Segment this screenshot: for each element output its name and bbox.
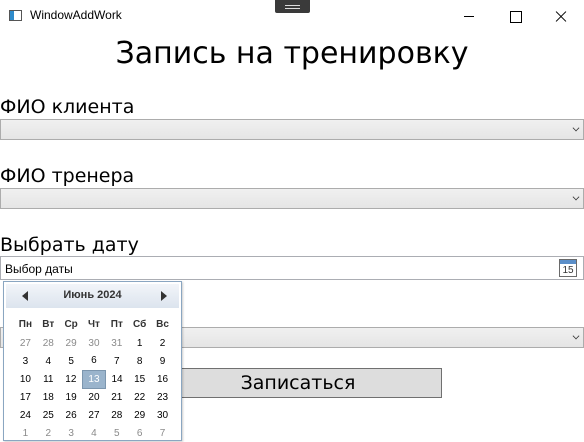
calendar-day[interactable]: 7 (105, 352, 128, 370)
calendar-day[interactable]: 3 (60, 424, 83, 442)
calendar-day[interactable]: 17 (14, 388, 37, 406)
calendar-day[interactable]: 19 (60, 388, 83, 406)
calendar-day[interactable]: 22 (128, 388, 151, 406)
calendar-day[interactable]: 8 (128, 352, 151, 370)
chevron-right-icon[interactable] (161, 291, 167, 301)
calendar-week-row: 1234567 (14, 424, 174, 442)
calendar-day[interactable]: 26 (60, 406, 83, 424)
weekday-header: Чт (87, 318, 100, 330)
weekday-row: Пн Вт Ср Чт Пт Сб Вс (14, 314, 174, 334)
calendar-day[interactable]: 13 (82, 369, 106, 389)
calendar-day[interactable]: 4 (37, 352, 60, 370)
calendar-day[interactable]: 24 (14, 406, 37, 424)
title-bar: WindowAddWork (0, 0, 584, 32)
date-label: Выбрать дату (0, 234, 139, 256)
weekday-header: Сб (133, 318, 147, 330)
calendar-week-row: 10 11 12 13 14 15 16 (14, 369, 174, 389)
window-title: WindowAddWork (30, 8, 122, 22)
calendar-day[interactable]: 5 (105, 424, 128, 442)
calendar-day[interactable]: 27 (14, 334, 37, 352)
window-grip-handle[interactable] (275, 0, 310, 13)
calendar-day[interactable]: 21 (105, 388, 128, 406)
chevron-down-icon (572, 193, 580, 201)
calendar-week-row: 3456789 (14, 352, 174, 370)
close-icon[interactable] (538, 0, 584, 32)
calendar-week-row: 27 28 29 30 31 1 2 (14, 334, 174, 352)
calendar-day[interactable]: 1 (14, 424, 37, 442)
calendar-day[interactable]: 14 (105, 370, 128, 388)
calendar-grid: Пн Вт Ср Чт Пт Сб Вс 27 28 29 30 31 1 2 3 4 5 6 7 8 9 10 11 12… (14, 314, 174, 442)
trainer-combobox[interactable] (0, 188, 584, 209)
calendar-day[interactable]: 4 (83, 424, 106, 442)
calendar-day[interactable]: 20 (83, 388, 106, 406)
calendar-day[interactable]: 7 (151, 424, 174, 442)
chevron-down-icon (572, 332, 580, 340)
weekday-header: Вт (42, 318, 55, 330)
calendar-day[interactable]: 6 (128, 424, 151, 442)
calendar-day[interactable]: 28 (105, 406, 128, 424)
calendar-popup: Июнь 2024 Пн Вт Ср Чт Пт Сб Вс 27 28 29 30 31 1 2 3 4 5… (3, 281, 182, 441)
calendar-day[interactable]: 2 (37, 424, 60, 442)
calendar-day[interactable]: 12 (60, 370, 83, 388)
client-label: ФИО клиента (0, 96, 135, 118)
calendar-day[interactable]: 16 (151, 370, 174, 388)
calendar-day[interactable]: 3 (14, 352, 37, 370)
app-icon (9, 10, 22, 21)
calendar-day[interactable]: 29 (128, 406, 151, 424)
weekday-header: Ср (64, 318, 78, 330)
calendar-day[interactable]: 1 (128, 334, 151, 352)
calendar-day[interactable]: 2 (151, 334, 174, 352)
weekday-header: Вс (156, 318, 169, 330)
calendar-day[interactable]: 25 (37, 406, 60, 424)
calendar-icon[interactable]: 15 (559, 259, 577, 277)
calendar-day[interactable]: 23 (151, 388, 174, 406)
calendar-day[interactable]: 27 (83, 406, 106, 424)
calendar-icon-day: 15 (562, 265, 574, 276)
calendar-day[interactable]: 15 (128, 370, 151, 388)
minimize-icon[interactable] (446, 0, 492, 32)
calendar-day[interactable]: 30 (151, 406, 174, 424)
calendar-day[interactable]: 28 (37, 334, 60, 352)
client-combobox[interactable] (0, 119, 584, 140)
maximize-icon[interactable] (492, 0, 538, 32)
calendar-day[interactable]: 30 (83, 334, 106, 352)
trainer-label: ФИО тренера (0, 165, 135, 187)
calendar-week-row: 24 25 26 27 28 29 30 (14, 406, 174, 424)
calendar-day[interactable]: 6 (83, 352, 106, 370)
submit-button[interactable]: Записаться (154, 368, 442, 398)
date-picker[interactable]: Выбор даты 15 (0, 256, 584, 280)
calendar-day[interactable]: 31 (105, 334, 128, 352)
weekday-header: Пн (18, 318, 33, 330)
date-placeholder[interactable]: Выбор даты (5, 262, 73, 276)
calendar-month-title[interactable]: Июнь 2024 (6, 289, 179, 301)
calendar-header: Июнь 2024 (6, 284, 179, 308)
calendar-day[interactable]: 9 (151, 352, 174, 370)
calendar-day[interactable]: 5 (60, 352, 83, 370)
calendar-week-row: 17 18 19 20 21 22 23 (14, 388, 174, 406)
calendar-day[interactable]: 11 (37, 370, 60, 388)
chevron-down-icon (572, 124, 580, 132)
weekday-header: Пт (110, 318, 123, 330)
calendar-day[interactable]: 10 (14, 370, 37, 388)
calendar-day[interactable]: 29 (60, 334, 83, 352)
page-title: Запись на тренировку (115, 36, 469, 71)
calendar-day[interactable]: 18 (37, 388, 60, 406)
